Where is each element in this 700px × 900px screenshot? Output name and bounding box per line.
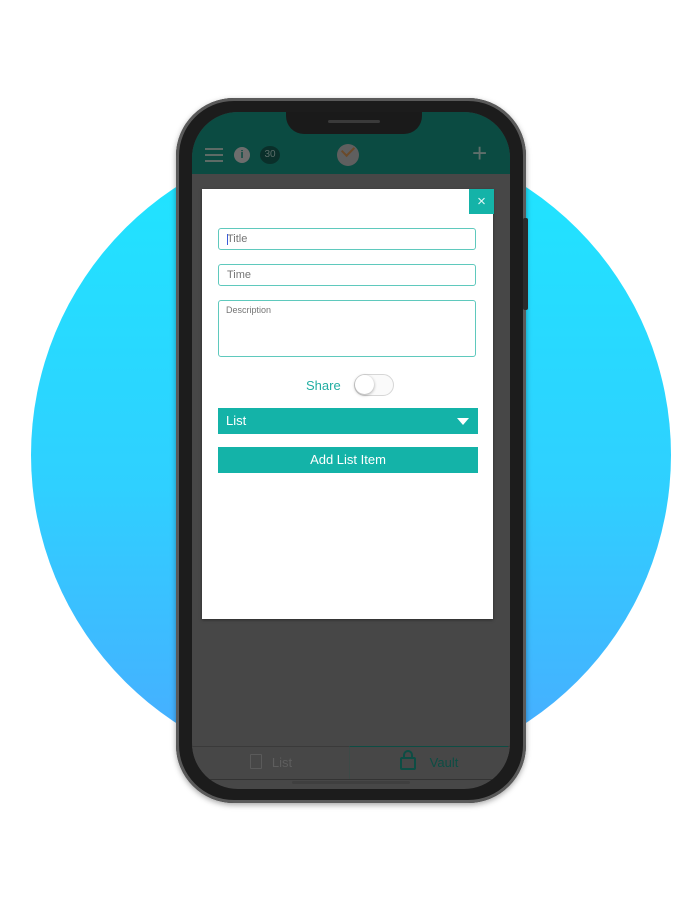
close-button[interactable]: × <box>469 189 494 214</box>
add-item-modal: × Share List Add List Item <box>202 189 494 619</box>
count-badge[interactable]: 30 <box>260 146 280 164</box>
tab-list[interactable]: List <box>192 747 350 779</box>
checkmark-icon <box>340 142 356 158</box>
time-input[interactable] <box>218 264 476 286</box>
phone-side-button <box>523 218 528 310</box>
lock-icon <box>399 750 416 770</box>
description-input[interactable] <box>218 300 476 357</box>
share-label: Share <box>306 378 341 393</box>
add-list-item-button[interactable]: Add List Item <box>218 447 478 473</box>
list-type-select[interactable]: List <box>218 408 478 434</box>
share-row: Share <box>202 374 493 396</box>
title-input[interactable] <box>218 228 476 250</box>
info-icon[interactable]: i <box>234 147 250 163</box>
tab-vault[interactable]: Vault <box>349 746 508 779</box>
list-select-value: List <box>226 413 247 428</box>
close-icon: × <box>477 193 486 210</box>
tab-vault-label: Vault <box>429 755 459 770</box>
list-icon[interactable] <box>205 148 223 162</box>
share-toggle[interactable] <box>354 374 394 396</box>
phone-notch <box>286 112 422 134</box>
tab-list-label: List <box>271 755 293 770</box>
document-icon <box>249 754 262 769</box>
home-indicator <box>292 781 410 784</box>
phone-screen: i 30 + × Share List Add List Item List V… <box>192 112 510 789</box>
top-app-bar: i 30 + <box>192 112 510 174</box>
toggle-knob <box>355 375 374 394</box>
check-clock-icon <box>337 142 359 166</box>
bottom-tab-bar: List Vault <box>192 746 510 780</box>
caret-down-icon <box>457 418 469 425</box>
plus-icon[interactable]: + <box>472 140 487 166</box>
speaker-grille <box>328 120 380 123</box>
text-caret <box>227 234 228 245</box>
